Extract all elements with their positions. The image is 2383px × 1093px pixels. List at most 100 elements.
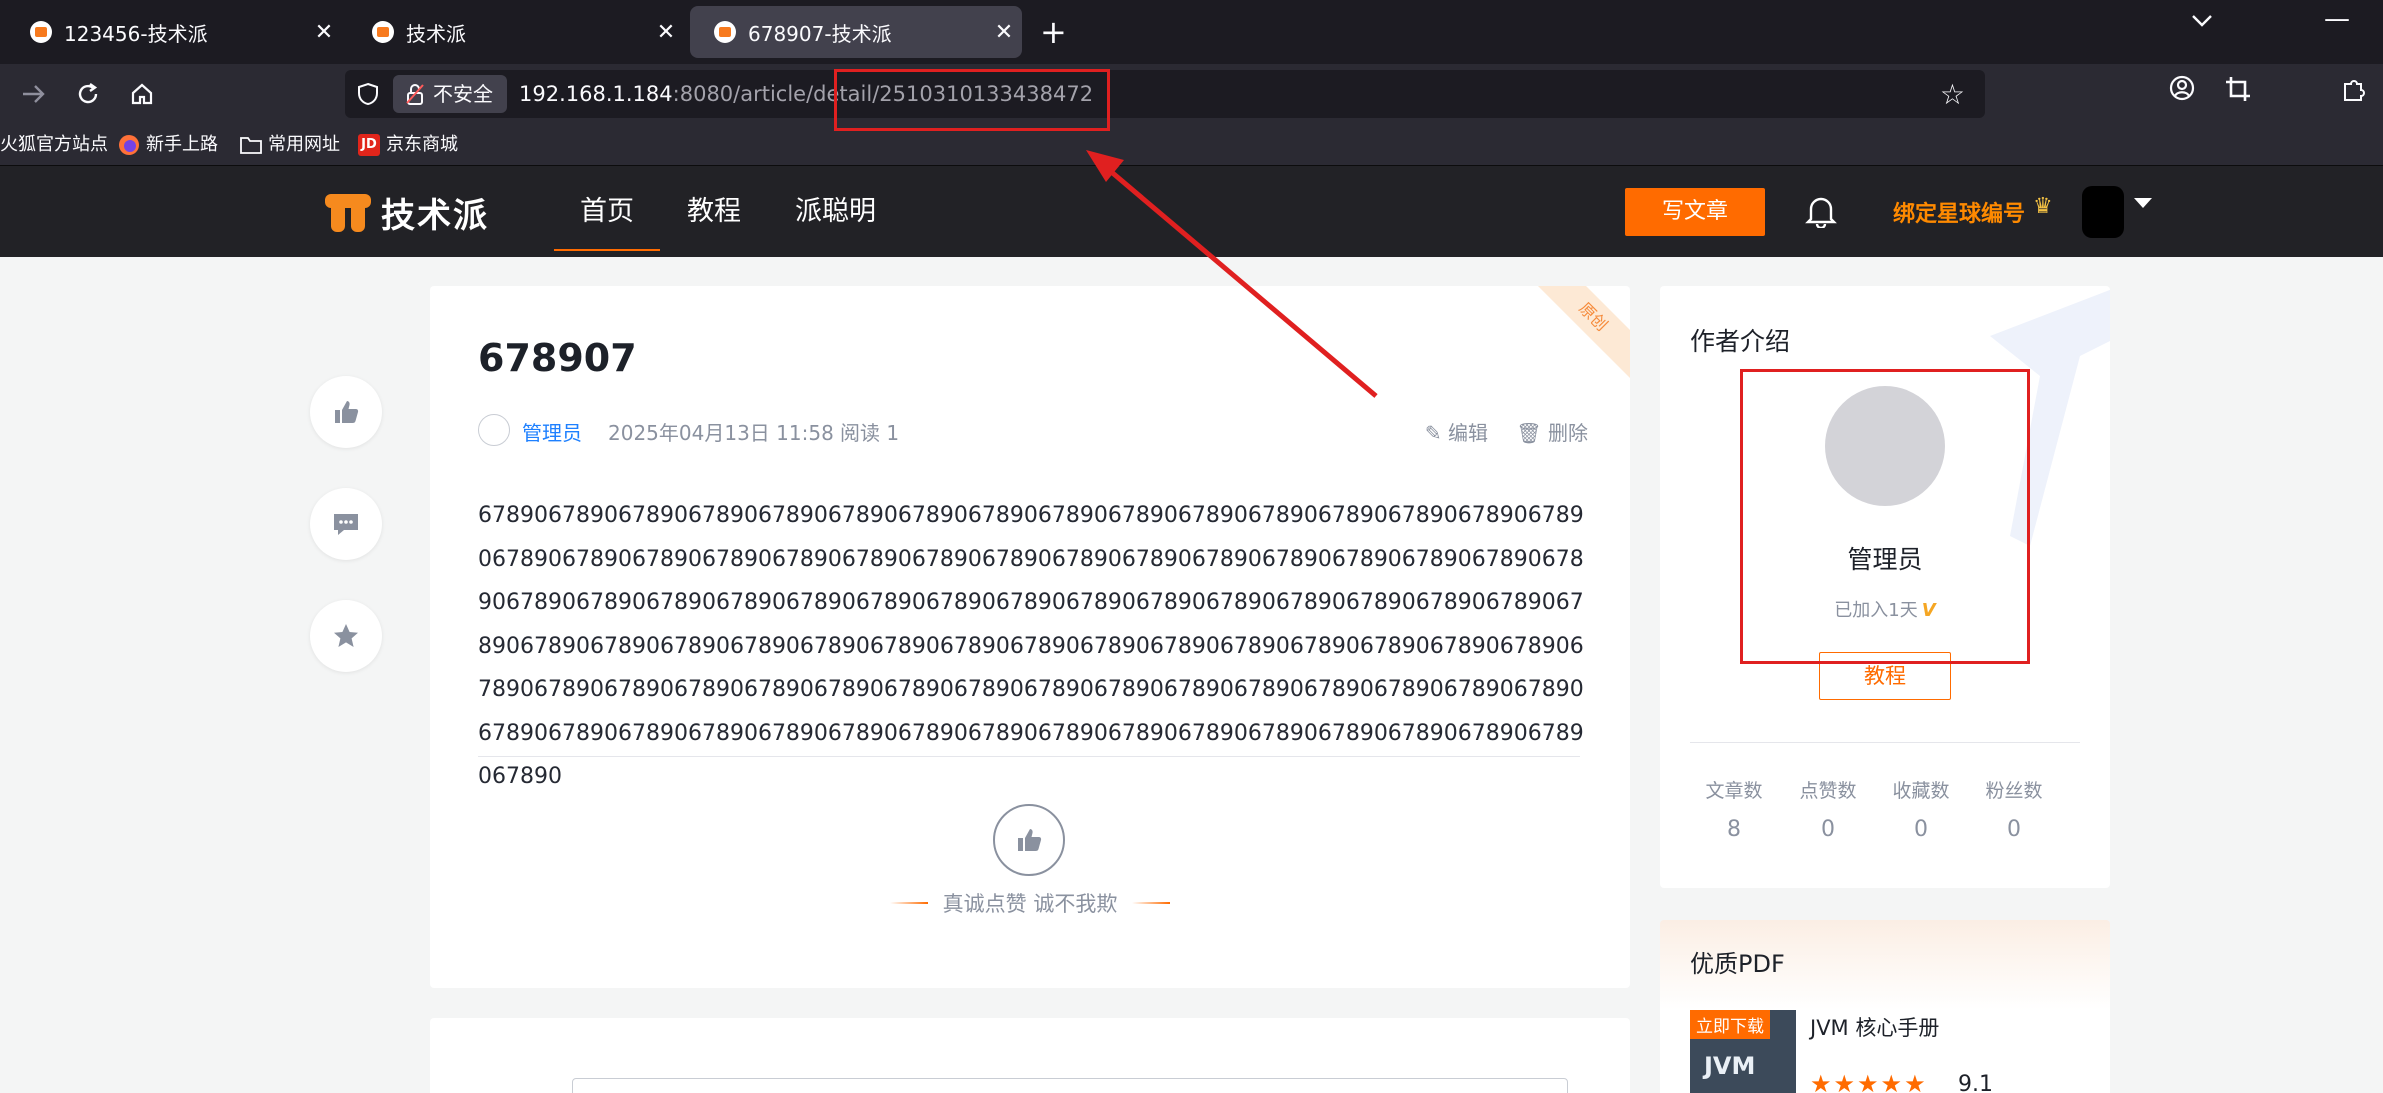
author-link[interactable]: 管理员 (522, 417, 582, 446)
divider (478, 756, 1580, 757)
browser-tab[interactable]: 123456-技术派 ✕ (6, 6, 342, 58)
logo-mark-icon (325, 193, 371, 232)
stat-value: 8 (1727, 817, 1741, 842)
pdf-card-heading: 优质PDF (1690, 950, 1785, 978)
annotation-box-author (1740, 369, 2030, 664)
crop-screenshot-icon[interactable] (2218, 74, 2258, 114)
extensions-icon[interactable] (2334, 74, 2374, 114)
close-icon[interactable]: ✕ (306, 20, 342, 45)
trash-icon: 🗑 (1516, 421, 1548, 445)
site-security-indicator[interactable]: 不安全 (393, 75, 507, 113)
site-favicon-icon (30, 21, 52, 43)
comment-icon (334, 514, 358, 535)
close-icon[interactable]: ✕ (648, 20, 684, 45)
article-card: 原创 678907 管理员 2025年04月13日 11:58 阅读 1 ✎ 编… (430, 286, 1630, 988)
account-icon[interactable] (2162, 74, 2202, 114)
bookmark-label: 新手上路 (146, 134, 218, 155)
write-article-button[interactable]: 写文章 (1625, 188, 1765, 236)
chevron-down-icon[interactable] (2190, 10, 2214, 35)
author-card-heading: 作者介绍 (1690, 327, 1791, 356)
pdf-cover[interactable]: 立即下载 JVM (1690, 1010, 1796, 1093)
comment-input[interactable] (572, 1078, 1568, 1093)
new-tab-button[interactable]: + (1040, 12, 1067, 52)
stat-value: 0 (1821, 817, 1835, 842)
stat-label: 点赞数 (1799, 780, 1857, 802)
site-header: 技术派 首页 教程 派聪明 写文章 绑定星球编号 ♛ (0, 166, 2383, 257)
article-like-button[interactable] (993, 804, 1065, 876)
browser-nav-bar: 不安全 192.168.1.184:8080/article/detail/25… (0, 64, 2383, 124)
divider (1690, 742, 2080, 743)
nav-paicongming[interactable]: 派聪明 (795, 166, 876, 257)
article-title: 678907 (478, 336, 637, 380)
url-host: 192.168.1.184 (519, 82, 673, 106)
home-icon[interactable] (120, 72, 164, 116)
star-icon (334, 624, 358, 647)
pdf-card: 优质PDF 立即下载 JVM JVM 核心手册 ★★★★★ 9.1 (1660, 920, 2110, 1093)
stat-value: 0 (1914, 817, 1928, 842)
crown-icon: ♛ (2033, 194, 2053, 219)
bookmark-label: 京东商城 (386, 134, 458, 155)
edit-icon: ✎ (1424, 421, 1448, 445)
comment-card (430, 1018, 1630, 1093)
user-avatar[interactable] (2082, 186, 2124, 238)
like-button[interactable] (310, 376, 382, 448)
pdf-title[interactable]: JVM 核心手册 (1810, 1012, 1939, 1042)
comment-button[interactable] (310, 488, 382, 560)
site-favicon-icon (714, 21, 736, 43)
bookmarks-toolbar: 火狐官方站点 新手上路 常用网址 JD 京东商城 (0, 124, 2383, 166)
edit-label: 编辑 (1448, 421, 1488, 445)
rating-stars-icon: ★★★★★ (1810, 1070, 1928, 1093)
tracking-shield-icon[interactable] (357, 82, 379, 106)
collect-button[interactable] (310, 600, 382, 672)
logo-text: 技术派 (381, 196, 489, 236)
stat-label: 粉丝数 (1985, 780, 2043, 802)
like-slogan: 真诚点赞 诚不我欺 (890, 888, 1170, 918)
original-ribbon: 原创 (1527, 286, 1630, 383)
tab-title: 技术派 (406, 21, 466, 46)
cover-title: JVM (1704, 1052, 1756, 1080)
article-body: 6789067890678906789067890678906789067890… (478, 503, 1584, 789)
stat-followers[interactable]: 粉丝数 0 (1966, 776, 2062, 842)
caret-down-icon[interactable] (2134, 198, 2152, 208)
article-meta: 管理员 2025年04月13日 11:58 阅读 1 ✎ 编辑 🗑 删除 (478, 414, 1588, 446)
rating-score: 9.1 (1958, 1072, 1993, 1093)
bookmark-star-icon[interactable]: ☆ (1940, 78, 1965, 111)
stat-value: 0 (2007, 817, 2021, 842)
site-logo[interactable]: 技术派 (325, 188, 489, 237)
folder-icon (240, 134, 262, 156)
bookmark-label: 常用网址 (268, 134, 340, 155)
read-count: 阅读 1 (840, 421, 900, 445)
download-tag[interactable]: 立即下载 (1690, 1010, 1770, 1039)
bookmark-item[interactable]: JD 京东商城 (358, 124, 458, 166)
address-bar[interactable]: 不安全 192.168.1.184:8080/article/detail/25… (345, 70, 1985, 118)
insecure-lock-icon (406, 84, 424, 105)
stat-label: 收藏数 (1892, 780, 1950, 802)
nav-tutorials[interactable]: 教程 (687, 166, 741, 257)
bookmark-folder[interactable]: 常用网址 (240, 124, 340, 166)
delete-button[interactable]: 🗑 删除 (1516, 417, 1588, 446)
stat-collections[interactable]: 收藏数 0 (1873, 776, 1969, 842)
stat-articles[interactable]: 文章数 8 (1686, 776, 1782, 842)
bell-icon[interactable] (1805, 194, 1837, 228)
delete-label: 删除 (1548, 421, 1588, 445)
thumbs-up-icon (335, 401, 359, 423)
bind-star-link[interactable]: 绑定星球编号 (1893, 196, 2025, 228)
thumbs-up-icon (1018, 829, 1042, 851)
browser-tab-strip: 123456-技术派 ✕ 技术派 ✕ 678907-技术派 ✕ + — (0, 0, 2383, 64)
minimize-icon[interactable]: — (2324, 4, 2350, 34)
browser-tab[interactable]: 技术派 ✕ (348, 6, 684, 58)
tab-title: 678907-技术派 (748, 21, 892, 46)
firefox-icon (118, 134, 140, 156)
author-avatar-small[interactable] (478, 414, 510, 446)
forward-arrow-icon[interactable] (12, 72, 56, 116)
edit-button[interactable]: ✎ 编辑 (1425, 417, 1488, 446)
nav-home[interactable]: 首页 (554, 166, 660, 257)
jd-icon: JD (358, 134, 380, 156)
bookmark-item[interactable]: 新手上路 (118, 124, 218, 166)
browser-tab-active[interactable]: 678907-技术派 ✕ (690, 6, 1022, 58)
reload-icon[interactable] (66, 72, 110, 116)
stat-likes[interactable]: 点赞数 0 (1780, 776, 1876, 842)
close-icon[interactable]: ✕ (986, 20, 1022, 45)
site-favicon-icon (372, 21, 394, 43)
bookmark-item[interactable]: 火狐官方站点 (0, 124, 108, 166)
